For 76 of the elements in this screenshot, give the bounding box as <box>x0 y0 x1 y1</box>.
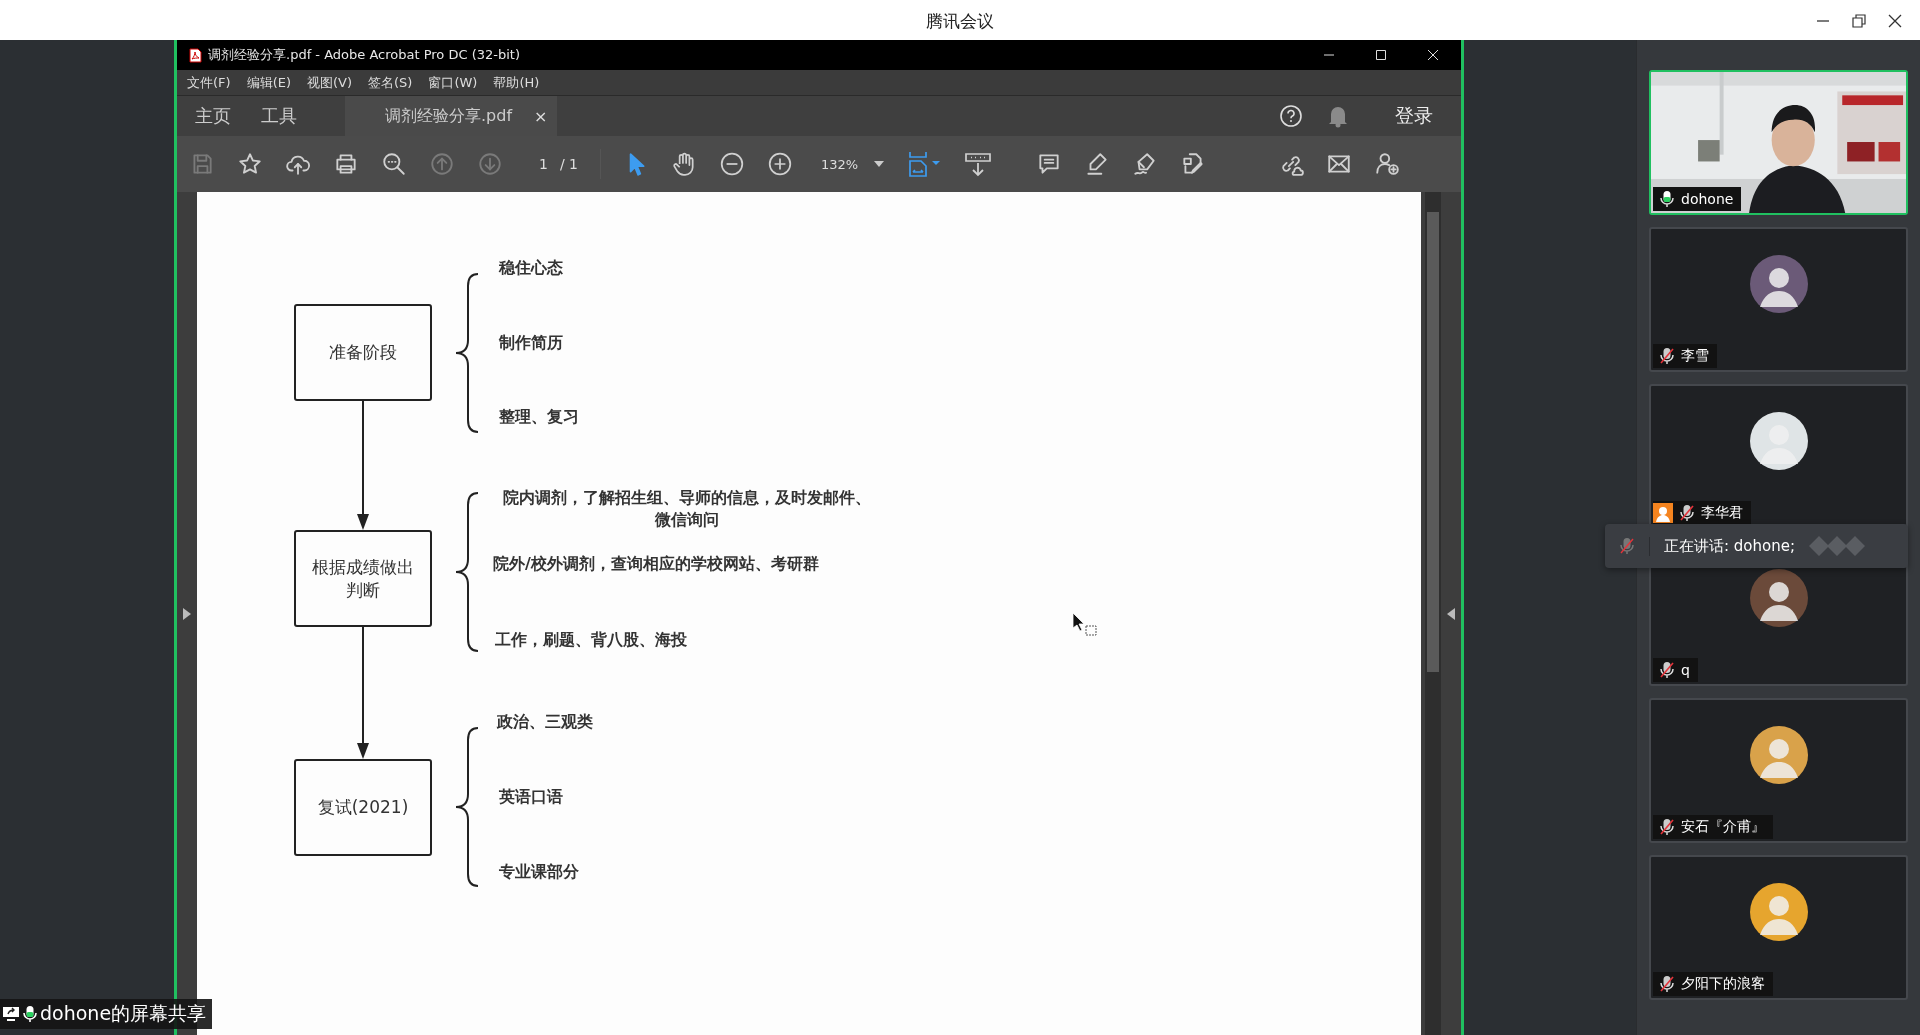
item-text: 专业课部分 <box>499 861 579 883</box>
microphone-icon[interactable] <box>1659 975 1675 993</box>
avatar <box>1749 569 1808 627</box>
stage-box: 复试(2021) <box>294 759 432 856</box>
participant-tile[interactable]: 夕阳下的浪客 <box>1649 855 1908 1000</box>
item-text: 制作简历 <box>499 332 563 354</box>
speaking-text: 正在讲话: dohone; <box>1649 536 1795 556</box>
avatar <box>1749 726 1808 784</box>
window-title: 调剂经验分享.pdf - Adobe Acrobat Pro DC (32-bit) <box>208 46 520 64</box>
share-label-text: dohone的屏幕共享 <box>40 1001 207 1026</box>
avatar <box>1749 412 1808 470</box>
help-icon[interactable] <box>1279 104 1303 128</box>
bell-icon[interactable] <box>1327 104 1349 128</box>
scrollbar[interactable] <box>1425 192 1441 1035</box>
zoom-in-icon[interactable] <box>767 151 793 177</box>
document-tab-label[interactable]: 调剂经验分享.pdf <box>385 105 513 127</box>
microphone-icon[interactable] <box>1659 818 1675 836</box>
hand-icon[interactable] <box>671 151 697 177</box>
participant-name: 安石『介甫』 <box>1681 818 1765 836</box>
avatar <box>1749 255 1808 313</box>
item-text: 英语口语 <box>499 786 563 808</box>
login-button[interactable]: 登录 <box>1395 103 1433 129</box>
participant-name: 夕阳下的浪客 <box>1681 975 1765 993</box>
item-text: 院内调剂，了解招生组、导师的信息，及时发邮件、微信询问 <box>502 487 872 531</box>
participant-tile[interactable]: 李雪 <box>1649 227 1908 372</box>
participant-name: dohone <box>1681 191 1734 207</box>
scroll-mode-icon[interactable] <box>964 150 993 178</box>
nav-tab[interactable]: 工具 <box>243 96 321 136</box>
nav-tab[interactable]: 主页 <box>177 96 243 136</box>
microphone-icon <box>23 1005 37 1023</box>
zoom-out-icon[interactable] <box>719 151 745 177</box>
fit-page-icon[interactable] <box>906 150 943 178</box>
document-tab[interactable]: 调剂经验分享.pdf × <box>345 96 558 136</box>
page-total: / 1 <box>559 156 578 172</box>
item-text: 工作，刷题、背八股、海投 <box>495 629 687 651</box>
participant-name: q <box>1681 662 1690 678</box>
microphone-icon[interactable] <box>1659 347 1675 365</box>
restore-icon[interactable] <box>1852 14 1866 28</box>
microphone-muted-icon <box>1619 537 1635 555</box>
add-user-icon[interactable] <box>1374 151 1401 177</box>
menu-item[interactable]: 视图(V) <box>307 73 353 92</box>
microphone-icon[interactable] <box>1659 190 1675 208</box>
star-icon[interactable] <box>237 151 263 177</box>
pdf-icon <box>189 47 202 63</box>
item-text: 院外/校外调剂，查询相应的学校网站、考研群 <box>493 553 819 575</box>
close-tab-button[interactable]: × <box>534 106 548 126</box>
stage-box: 根据成绩做出判断 <box>294 530 432 627</box>
avatar <box>1749 883 1808 941</box>
menu-item[interactable]: 窗口(W) <box>428 73 478 92</box>
stage-box: 准备阶段 <box>294 304 432 401</box>
participant-tile[interactable]: 安石『介甫』 <box>1649 698 1908 843</box>
search-icon[interactable] <box>381 151 407 177</box>
cursor-icon <box>1072 612 1098 636</box>
item-text: 稳住心态 <box>499 257 563 279</box>
participant-name: 李雪 <box>1681 347 1709 365</box>
menu-item[interactable]: 签名(S) <box>368 73 413 92</box>
page-number-field[interactable]: 1 <box>539 156 548 172</box>
sound-wave-icon <box>1809 534 1865 558</box>
participant-tile[interactable]: dohone <box>1649 70 1908 215</box>
microphone-icon[interactable] <box>1659 661 1675 679</box>
menu-item[interactable]: 文件(F) <box>187 73 231 92</box>
screen-share-icon <box>2 1006 20 1022</box>
participant-name: 李华君 <box>1701 504 1743 522</box>
item-text: 政治、三观类 <box>497 711 593 733</box>
item-text: 整理、复习 <box>499 406 579 428</box>
zoom-dropdown[interactable]: 132% <box>821 156 885 172</box>
app-title: 腾讯会议 <box>926 9 994 33</box>
microphone-icon[interactable] <box>1679 504 1695 522</box>
expand-left-icon[interactable] <box>183 607 191 620</box>
close-icon[interactable] <box>1888 14 1902 28</box>
print-icon[interactable] <box>333 151 359 177</box>
maximize-icon[interactable] <box>1375 49 1387 61</box>
caret-icon <box>874 161 885 167</box>
menu-item[interactable]: 编辑(E) <box>246 73 291 92</box>
menu-item[interactable]: 帮助(H) <box>493 73 540 92</box>
expand-right-icon[interactable] <box>1447 607 1455 620</box>
